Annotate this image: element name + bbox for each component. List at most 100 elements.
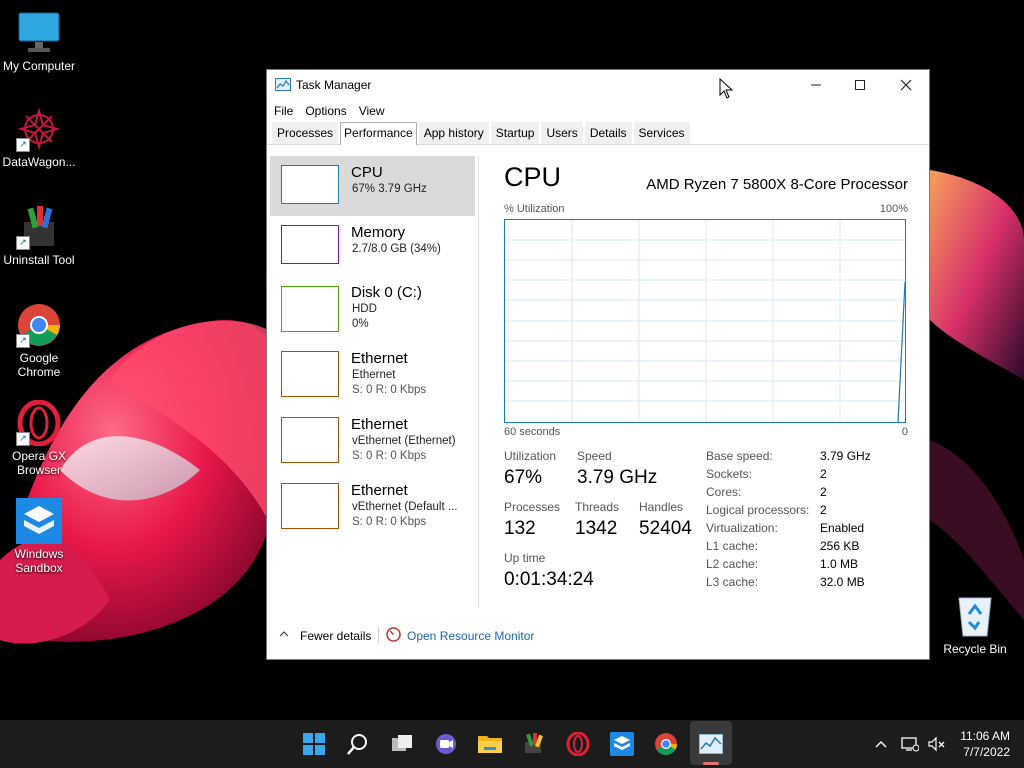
resource-monitor-icon [386, 627, 401, 645]
desktop-icon-opera-gx[interactable]: ↗ Opera GX Browser [1, 399, 77, 477]
window-footer: Fewer details Open Resource Monitor [267, 625, 929, 649]
task-manager-icon [275, 78, 291, 91]
resource-detail: Ethernet [352, 369, 396, 381]
menu-view[interactable]: View [358, 104, 392, 118]
resource-item-ethernet-1[interactable]: Ethernet Ethernet S: 0 R: 0 Kbps [270, 342, 475, 402]
desktop-icon-label: Recycle Bin [943, 642, 1007, 656]
tab-services[interactable]: Services [633, 122, 690, 144]
resource-detail: S: 0 R: 0 Kbps [352, 516, 427, 528]
threads-label: Threads [575, 500, 620, 514]
resource-detail: vEthernet (Ethernet) [352, 435, 456, 447]
graph-x-min: 0 [901, 426, 908, 438]
minimize-button[interactable] [793, 70, 839, 100]
tab-details[interactable]: Details [584, 122, 632, 144]
desktop-icon-label: Opera GX Browser [11, 449, 67, 477]
opera-gx-icon [566, 732, 590, 756]
windows-sandbox-taskbar-button[interactable] [608, 730, 636, 758]
resource-item-ethernet-2[interactable]: Ethernet vEthernet (Ethernet) S: 0 R: 0 … [270, 408, 475, 468]
tab-users[interactable]: Users [541, 122, 583, 144]
menu-file[interactable]: File [273, 104, 300, 118]
open-resource-monitor-link[interactable]: Open Resource Monitor [407, 629, 534, 643]
fewer-details-link[interactable]: Fewer details [300, 629, 371, 643]
windows-sandbox-icon [610, 732, 634, 756]
desktop-icon-recycle-bin[interactable]: Recycle Bin [939, 592, 1011, 656]
task-view-icon [392, 735, 412, 751]
search-button[interactable] [344, 730, 372, 758]
tab-startup[interactable]: Startup [490, 122, 540, 144]
network-button[interactable] [901, 720, 919, 768]
volume-button[interactable] [928, 720, 946, 768]
ethernet-thumbnail-graph [281, 351, 339, 397]
shortcut-arrow-icon: ↗ [16, 236, 30, 250]
resource-detail: HDD [352, 303, 377, 315]
detail-label: Sockets: [706, 467, 753, 481]
maximize-icon [855, 80, 865, 90]
datawagon-taskbar-button[interactable] [520, 730, 548, 758]
desktop-icon-windows-sandbox[interactable]: Windows Sandbox [1, 498, 77, 575]
resource-item-cpu[interactable]: CPU 67% 3.79 GHz [270, 156, 475, 216]
start-icon [303, 733, 325, 755]
utilization-value: 67% [504, 467, 543, 488]
volume-muted-icon [928, 736, 945, 752]
resource-list: CPU 67% 3.79 GHz Memory 2.7/8.0 GB (34%)… [270, 156, 475, 606]
graph-x-label: 60 seconds [504, 426, 561, 438]
pane-divider[interactable] [478, 156, 479, 608]
task-manager-taskbar-button[interactable] [697, 730, 725, 758]
title-bar[interactable]: Task Manager [267, 70, 929, 100]
desktop-icon-google-chrome[interactable]: ↗ Google Chrome [1, 302, 77, 379]
start-button[interactable] [300, 730, 328, 758]
task-view-button[interactable] [388, 730, 416, 758]
clock-date: 7/7/2022 [963, 745, 1010, 759]
menu-options[interactable]: Options [304, 104, 353, 118]
detail-label: Cores: [706, 485, 742, 499]
footer-divider [378, 627, 379, 643]
clock-time: 11:06 AM [960, 729, 1010, 743]
maximize-button[interactable] [837, 70, 883, 100]
close-button[interactable] [883, 70, 929, 100]
resource-detail: S: 0 R: 0 Kbps [352, 450, 427, 462]
chat-button[interactable] [432, 730, 460, 758]
speed-label: Speed [577, 449, 612, 463]
tab-app-history[interactable]: App history [418, 122, 489, 144]
ethernet-thumbnail-graph [281, 417, 339, 463]
resource-name: CPU [351, 164, 383, 181]
threads-value: 1342 [575, 518, 618, 539]
chrome-icon: ↗ [16, 302, 62, 348]
desktop-icon-label: Google Chrome [17, 351, 61, 379]
utilization-label: Utilization [504, 449, 557, 463]
desktop-icon-my-computer[interactable]: My Computer [1, 10, 77, 73]
shortcut-arrow-icon: ↗ [16, 432, 30, 446]
resource-name: Ethernet [351, 482, 408, 499]
shortcut-arrow-icon: ↗ [16, 334, 30, 348]
system-clock[interactable]: 11:06 AM 7/7/2022 [960, 728, 1010, 760]
resource-name: Ethernet [351, 350, 408, 367]
desktop-icon-label: My Computer [2, 59, 76, 73]
resource-detail: vEthernet (Default ... [352, 501, 458, 513]
detail-value: 32.0 MB [820, 575, 865, 589]
desktop-icon-datawagon[interactable]: ↗ DataWagon... [1, 106, 77, 169]
windows-sandbox-icon [16, 498, 62, 544]
processes-value: 132 [504, 518, 536, 539]
resource-item-memory[interactable]: Memory 2.7/8.0 GB (34%) [270, 216, 475, 276]
chrome-taskbar-button[interactable] [652, 730, 680, 758]
tab-performance[interactable]: Performance [340, 122, 417, 145]
speed-value: 3.79 GHz [577, 467, 658, 488]
file-explorer-button[interactable] [476, 730, 504, 758]
task-manager-window[interactable]: Task Manager File Options View Processes… [266, 69, 930, 660]
menu-bar: File Options View [267, 100, 929, 122]
chat-icon [436, 734, 456, 754]
desktop-icon-label: Uninstall Tool [3, 253, 75, 267]
uptime-value: 0:01:34:24 [504, 569, 594, 590]
chevron-up-icon[interactable] [278, 628, 290, 642]
opera-gx-taskbar-button[interactable] [564, 730, 592, 758]
network-icon [901, 737, 919, 752]
tab-processes[interactable]: Processes [272, 122, 339, 144]
desktop-icon-uninstall-tool[interactable]: ↗ Uninstall Tool [1, 204, 77, 267]
resource-item-ethernet-3[interactable]: Ethernet vEthernet (Default ... S: 0 R: … [270, 474, 475, 534]
show-hidden-icons-button[interactable] [874, 720, 888, 768]
chrome-icon [655, 733, 677, 755]
disk-thumbnail-graph [281, 286, 339, 332]
detail-value: Enabled [820, 521, 865, 535]
detail-label: Base speed: [706, 449, 773, 463]
resource-item-disk[interactable]: Disk 0 (C:) HDD 0% [270, 276, 475, 336]
